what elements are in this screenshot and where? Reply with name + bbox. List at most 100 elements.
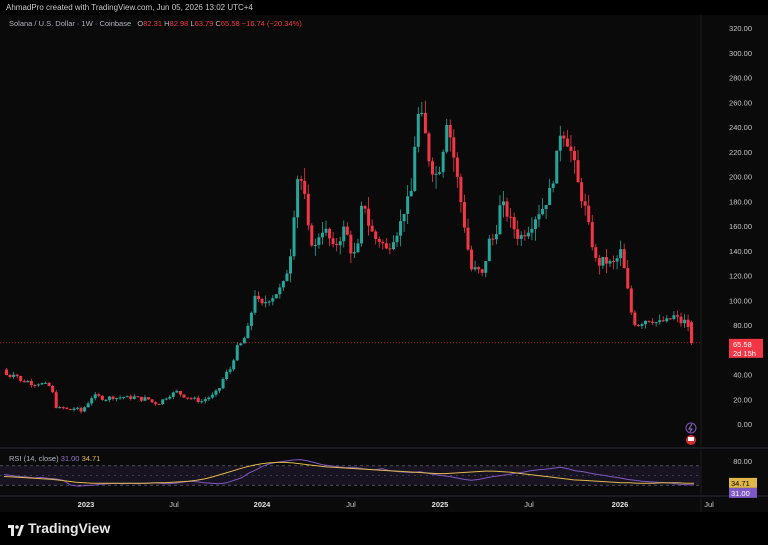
candle-body: [147, 397, 150, 400]
candle-body: [651, 321, 655, 323]
candle-body: [629, 288, 633, 313]
candle-body: [530, 229, 534, 233]
candle-body: [683, 319, 687, 324]
candle-body: [246, 325, 250, 339]
candle-body: [441, 151, 445, 173]
candle-body: [136, 396, 140, 398]
candle-body: [633, 312, 637, 326]
candle-body: [370, 225, 374, 232]
candle-body: [438, 172, 442, 174]
lightning-icon: [685, 422, 697, 434]
y-tick-label: 280.00: [729, 74, 752, 83]
candle-body: [338, 241, 342, 246]
flag-icon-stripe: [688, 437, 694, 441]
candle-body: [473, 267, 477, 270]
footer-bar: [0, 512, 768, 545]
candle-body: [164, 398, 168, 400]
candle-body: [97, 394, 101, 396]
candle-body: [143, 397, 147, 401]
rsi-tag-value: 31.00: [731, 489, 750, 498]
candle-body: [654, 322, 658, 324]
candle-body: [271, 298, 275, 302]
candle-body: [331, 238, 335, 245]
y-tick-label: 180.00: [729, 197, 752, 206]
rsi-label[interactable]: RSI (14, close): [9, 454, 59, 463]
candle-body: [54, 392, 58, 408]
chart-canvas[interactable]: 320.00 300.00 280.00 260.00 240.00 220.00 200.…: [0, 0, 768, 512]
candle-body: [65, 407, 69, 409]
candle-body: [40, 383, 44, 385]
candle-body: [509, 216, 513, 218]
candle-body: [342, 226, 346, 242]
candle-body: [320, 232, 324, 238]
candle-body: [8, 374, 12, 378]
symbol-title[interactable]: Solana / U.S. Dollar · 1W · Coinbase: [9, 19, 131, 28]
candle-body: [608, 261, 612, 264]
candle-body: [257, 295, 261, 299]
candle-body: [186, 397, 190, 399]
candle-body: [516, 229, 520, 239]
tradingview-logo: TradingView: [8, 520, 110, 536]
candle-body: [299, 179, 303, 181]
candle-body: [462, 202, 466, 228]
x-tick-label: Jul: [169, 500, 179, 509]
candle-body: [345, 226, 349, 235]
candle-body: [558, 135, 562, 151]
rsi-legend[interactable]: RSI (14, close) 31.00 34.71: [9, 454, 100, 463]
candle-body: [544, 205, 548, 209]
candle-body: [296, 179, 300, 218]
y-tick-label: 260.00: [729, 98, 752, 107]
candle-body: [452, 137, 456, 158]
rsi-ma-tag-value: 34.71: [731, 479, 750, 488]
candle-body: [349, 234, 353, 254]
candle-body: [182, 394, 186, 398]
candle-body: [423, 112, 427, 134]
candle-body: [384, 243, 388, 249]
high-value: 82.98: [169, 19, 189, 28]
candle-body: [590, 222, 594, 248]
rsi-ma-value: 34.71: [81, 454, 101, 463]
candle-body: [274, 294, 278, 299]
candle-body: [399, 221, 403, 236]
candle-body: [76, 407, 79, 409]
candle-body: [658, 320, 662, 323]
candle-body: [565, 138, 569, 147]
change-value: −16.74 (−20.34%): [241, 19, 302, 28]
candle-body: [455, 157, 459, 177]
candle-body: [537, 214, 541, 220]
candle-body: [356, 243, 360, 253]
y-tick-label: 0.00: [737, 420, 752, 429]
candle-body: [104, 399, 108, 401]
candle-body: [228, 369, 232, 372]
candle-body: [47, 382, 51, 386]
candle-body: [431, 161, 434, 175]
candle-body: [626, 268, 630, 289]
candle-body: [214, 390, 218, 395]
candle-body: [406, 196, 410, 214]
x-tick-label: Jul: [524, 500, 534, 509]
y-tick-label: 120.00: [729, 272, 752, 281]
candle-body: [44, 382, 48, 384]
candle-body: [363, 205, 367, 209]
candle-body: [129, 396, 133, 399]
candle-body: [15, 374, 19, 376]
candle-body: [285, 273, 289, 282]
candle-body: [36, 384, 40, 386]
candle-body: [26, 380, 30, 383]
candle-body: [512, 217, 516, 230]
candle-body: [157, 403, 161, 405]
candle-body: [413, 146, 417, 191]
candle-body: [306, 193, 310, 226]
candle-body: [381, 241, 385, 244]
candle-body: [139, 396, 143, 401]
candle-body: [615, 258, 619, 262]
symbol-legend[interactable]: Solana / U.S. Dollar · 1W · Coinbase O82…: [9, 19, 302, 28]
candle-body: [225, 371, 229, 379]
y-tick-label: 40.00: [733, 371, 752, 380]
candle-body: [132, 396, 136, 399]
candle-body: [551, 183, 555, 188]
candle-body: [154, 402, 158, 404]
x-tick-label: 2026: [612, 500, 629, 509]
candle-body: [487, 238, 491, 262]
y-tick-label: 140.00: [729, 247, 752, 256]
